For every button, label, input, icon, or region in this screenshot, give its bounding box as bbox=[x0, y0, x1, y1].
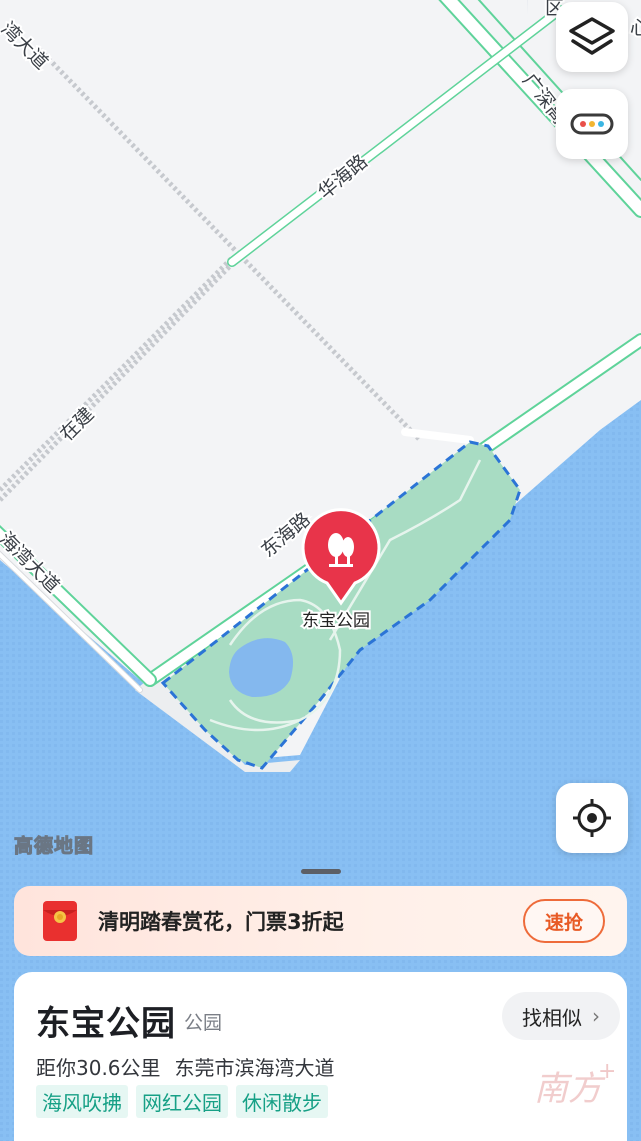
find-similar-label: 找相似 bbox=[522, 1005, 582, 1030]
place-category: 公园 bbox=[184, 1012, 223, 1034]
promo-text: 清明踏春赏花，门票3折起 bbox=[98, 910, 344, 934]
grab-deal-button[interactable]: 速抢 bbox=[523, 899, 605, 943]
find-similar-button[interactable]: 找相似 › bbox=[502, 992, 620, 1040]
tag[interactable]: 海风吹拂 bbox=[36, 1085, 128, 1118]
red-envelope-icon bbox=[43, 901, 77, 941]
place-name: 东宝公园 bbox=[36, 1004, 176, 1044]
road-label-xin: 心 bbox=[630, 17, 641, 39]
svg-text:+: + bbox=[598, 1059, 614, 1084]
more-tools-button[interactable] bbox=[556, 89, 628, 159]
sheet-drag-handle[interactable] bbox=[301, 869, 341, 874]
tag-list: 海风吹拂 网红公园 休闲散步 bbox=[36, 1085, 328, 1118]
tag[interactable]: 网红公园 bbox=[136, 1085, 228, 1118]
place-distance: 距你30.6公里 bbox=[36, 1056, 161, 1080]
layers-button[interactable] bbox=[556, 2, 628, 72]
more-dots-icon bbox=[570, 113, 614, 135]
poi-label: 东宝公园 bbox=[302, 611, 370, 631]
layers-icon bbox=[569, 17, 615, 55]
svg-text:南方: 南方 bbox=[534, 1069, 606, 1109]
place-card[interactable]: 东宝公园 公园 找相似 › 距你30.6公里 东莞市滨海湾大道 海风吹拂 网红公园… bbox=[14, 972, 627, 1141]
tag[interactable]: 休闲散步 bbox=[236, 1085, 328, 1118]
locate-button[interactable] bbox=[556, 783, 628, 853]
nanfang-plus-logo: 南方 + bbox=[534, 1059, 614, 1109]
place-address: 东莞市滨海湾大道 bbox=[174, 1056, 335, 1080]
chevron-right-icon: › bbox=[592, 1004, 600, 1028]
locate-crosshair-icon bbox=[573, 799, 611, 837]
place-info: 距你30.6公里 东莞市滨海湾大道 bbox=[36, 1052, 335, 1081]
promo-banner[interactable]: 清明踏春赏花，门票3折起 速抢 bbox=[14, 886, 627, 956]
map-watermark: 高德地图 bbox=[14, 834, 94, 857]
map-canvas[interactable]: 湾大道 海湾大道 华海路 东海路 在建 广深高速 区 心 东宝公园 高德地图 bbox=[0, 0, 641, 1141]
